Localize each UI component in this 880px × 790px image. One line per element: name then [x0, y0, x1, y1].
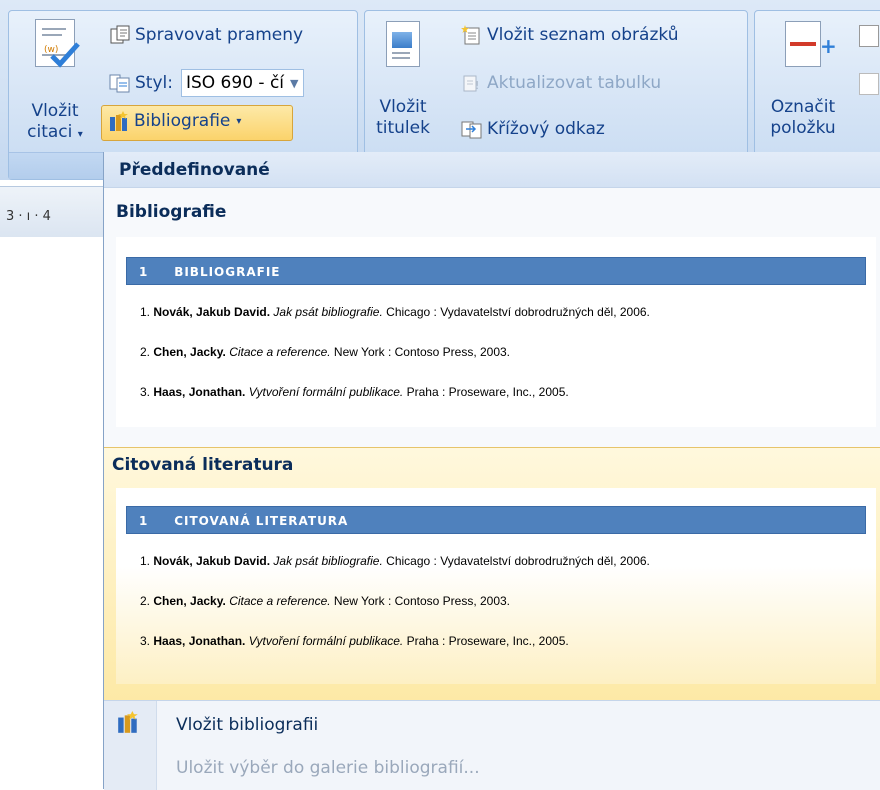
gallery-item-preview: 1 BIBLIOGRAFIE 1. Novák, Jakub David. Ja… — [116, 237, 876, 427]
insert-citation-label-2: citaci ▾ — [27, 122, 83, 142]
gallery-item-title: Bibliografie — [116, 202, 227, 222]
bibliography-label: Bibliografie — [134, 111, 231, 131]
insert-citation-label-1: Vložit — [31, 101, 79, 121]
insert-caption-label-1: Vložit — [379, 97, 427, 117]
bibliography-icon — [108, 111, 128, 131]
mark-entry-label-1: Označit — [770, 97, 836, 117]
style-icon — [109, 73, 130, 93]
menu-icon-column — [104, 701, 157, 790]
mark-entry-icon: + — [785, 21, 837, 67]
manage-sources-button[interactable]: Spravovat prameny — [109, 25, 303, 45]
bibliography-entry: 3. Haas, Jonathan. Vytvoření formální pu… — [140, 385, 569, 399]
update-table-button[interactable]: ! Aktualizovat tabulku — [461, 73, 661, 93]
preview-heading-number: 1 — [139, 265, 149, 279]
style-value: ISO 690 - čí — [185, 73, 285, 93]
chevron-down-icon: ▼ — [290, 76, 299, 90]
gallery-menu: Vložit bibliografii Uložit výběr do gale… — [104, 700, 880, 790]
chevron-down-icon: ▾ — [77, 129, 83, 140]
bibliography-gallery: Předdefinované Bibliografie 1 BIBLIOGRAF… — [103, 152, 880, 790]
bibliography-entry: 2. Chen, Jacky. Citace a reference. New … — [140, 345, 511, 359]
insert-table-of-figures-label: Vložit seznam obrázků — [487, 25, 679, 45]
bibliography-entry: 1. Novák, Jakub David. Jak psát bibliogr… — [140, 305, 650, 319]
update-table-label: Aktualizovat tabulku — [487, 73, 662, 93]
bibliography-entry: 3. Haas, Jonathan. Vytvoření formální pu… — [140, 634, 569, 648]
table-of-figures-icon — [461, 25, 481, 45]
insert-table-of-figures-button[interactable]: Vložit seznam obrázků — [461, 25, 678, 45]
insert-citation-icon: (w) — [35, 19, 80, 68]
cross-reference-icon — [461, 119, 482, 139]
gallery-item-title: Citovaná literatura — [112, 455, 294, 475]
bibliography-entry: 2. Chen, Jacky. Citace a reference. New … — [140, 594, 511, 608]
cross-reference-button[interactable]: Křížový odkaz — [461, 119, 605, 139]
preview-heading: BIBLIOGRAFIE — [174, 265, 281, 279]
bibliography-entry: 1. Novák, Jakub David. Jak psát bibliogr… — [140, 554, 650, 568]
save-selection-menu-item[interactable]: Uložit výběr do galerie bibliografií... — [176, 758, 480, 778]
preview-heading: CITOVANÁ LITERATURA — [174, 514, 349, 528]
manage-sources-label: Spravovat prameny — [135, 25, 304, 45]
cross-reference-label: Křížový odkaz — [487, 119, 605, 139]
insert-caption-button[interactable]: Vložit titulek — [373, 21, 433, 139]
insert-caption-label-2: titulek — [376, 118, 430, 138]
gallery-header: Předdefinované — [104, 152, 880, 188]
gallery-item-works-cited[interactable]: Citovaná literatura 1 CITOVANÁ LITERATUR… — [104, 447, 880, 702]
style-dropdown[interactable]: ISO 690 - čí ▼ — [180, 69, 304, 97]
manage-sources-icon — [109, 25, 130, 45]
bibliography-button[interactable]: Bibliografie ▾ — [101, 105, 293, 141]
bibliography-button-content: Bibliografie ▾ — [108, 111, 241, 131]
insert-bibliography-icon — [116, 711, 140, 739]
insert-caption-icon — [386, 21, 420, 67]
update-table-icon: ! — [461, 73, 481, 93]
preview-heading-number: 1 — [139, 514, 149, 528]
style-selector: Styl: ISO 690 - čí ▼ — [109, 69, 304, 97]
chevron-down-icon: ▾ — [236, 115, 242, 127]
preview-heading-bar: 1 BIBLIOGRAFIE — [126, 257, 866, 285]
index-icon-partial — [859, 25, 879, 47]
ruler: 3 · ı · 4 — [0, 186, 104, 237]
ruler-text: 3 · ı · 4 — [6, 209, 51, 224]
insert-citation-button[interactable]: (w) Vložit citaci ▾ — [15, 19, 95, 145]
insert-bibliography-menu-item[interactable]: Vložit bibliografii — [176, 715, 318, 735]
style-label: Styl: — [135, 73, 173, 93]
index-icon-partial-2 — [859, 73, 879, 95]
gallery-item-preview: 1 CITOVANÁ LITERATURA 1. Novák, Jakub Da… — [116, 488, 876, 684]
mark-entry-button[interactable]: + Označit položku — [763, 21, 843, 139]
preview-heading-bar: 1 CITOVANÁ LITERATURA — [126, 506, 866, 534]
mark-entry-label-2: položku — [770, 118, 836, 138]
svg-text:!: ! — [475, 79, 479, 92]
